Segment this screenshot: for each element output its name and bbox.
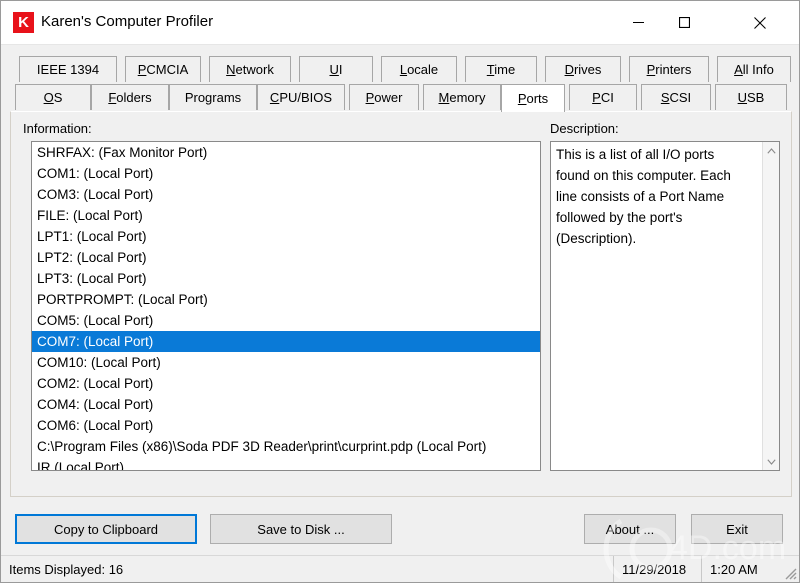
about-button[interactable]: About ...	[584, 514, 676, 544]
status-date: 11/29/2018	[613, 556, 686, 582]
list-item[interactable]: LPT2: (Local Port)	[32, 247, 540, 268]
tab-label: Printers	[646, 62, 692, 77]
tab-time[interactable]: Time	[465, 56, 537, 82]
description-box[interactable]: This is a list of all I/O ports found on…	[550, 141, 780, 471]
title-bar: K Karen's Computer Profiler	[1, 1, 799, 45]
list-item[interactable]: COM2: (Local Port)	[32, 373, 540, 394]
list-item[interactable]: COM7: (Local Port)	[32, 331, 540, 352]
tab-cpu-bios[interactable]: CPU/BIOS	[257, 84, 345, 110]
description-scrollbar[interactable]	[762, 142, 779, 470]
tab-label: CPU/BIOS	[269, 90, 333, 105]
list-item[interactable]: COM6: (Local Port)	[32, 415, 540, 436]
tab-label: All Info	[734, 62, 774, 77]
scroll-down-button[interactable]	[763, 453, 779, 470]
tab-label: SCSI	[660, 90, 692, 105]
tab-label: Drives	[564, 62, 602, 77]
tab-strip-row-1: IEEE 1394 PCMCIA Network UI Locale Time Drives…	[1, 56, 799, 84]
list-item[interactable]: FILE: (Local Port)	[32, 205, 540, 226]
tab-label: Memory	[438, 90, 486, 105]
save-to-disk-button[interactable]: Save to Disk ...	[210, 514, 392, 544]
tab-label: Network	[226, 62, 274, 77]
list-item[interactable]: COM3: (Local Port)	[32, 184, 540, 205]
exit-button[interactable]: Exit	[691, 514, 783, 544]
tab-label: OS	[43, 90, 63, 105]
tab-ieee-1394[interactable]: IEEE 1394	[19, 56, 117, 82]
tab-pcmcia[interactable]: PCMCIA	[125, 56, 201, 82]
tab-label: Programs	[184, 90, 242, 105]
tab-label: PCMCIA	[137, 62, 189, 77]
tab-ports[interactable]: Ports	[501, 84, 565, 112]
tab-label: USB	[737, 90, 765, 105]
copy-to-clipboard-button[interactable]: Copy to Clipboard	[15, 514, 197, 544]
list-item[interactable]: COM4: (Local Port)	[32, 394, 540, 415]
status-bar: Items Displayed: 16 11/29/2018 1:20 AM	[1, 555, 799, 582]
resize-grip-icon[interactable]	[781, 564, 797, 580]
tab-folders[interactable]: Folders	[91, 84, 169, 110]
maximize-button[interactable]	[661, 1, 707, 44]
tab-programs[interactable]: Programs	[169, 84, 257, 110]
tab-label: PCI	[592, 90, 614, 105]
chevron-down-icon	[767, 458, 776, 465]
tab-drives[interactable]: Drives	[545, 56, 621, 82]
tab-os[interactable]: OS	[15, 84, 91, 110]
list-item[interactable]: SHRFAX: (Fax Monitor Port)	[32, 142, 540, 163]
tab-strip-row-2: OS Folders Programs CPU/BIOS Power Memory Port…	[1, 84, 799, 112]
status-time: 1:20 AM	[701, 556, 758, 582]
list-item[interactable]: PORTPROMPT: (Local Port)	[32, 289, 540, 310]
description-label: Description:	[550, 121, 619, 136]
information-listbox[interactable]: SHRFAX: (Fax Monitor Port) COM1: (Local P…	[31, 141, 541, 471]
tab-memory[interactable]: Memory	[423, 84, 501, 110]
minimize-icon	[632, 22, 644, 23]
window-title: Karen's Computer Profiler	[41, 13, 214, 30]
minimize-button[interactable]	[615, 1, 661, 44]
maximize-icon	[678, 17, 690, 28]
chevron-up-icon	[767, 147, 776, 154]
scroll-up-button[interactable]	[763, 142, 779, 159]
tab-network[interactable]: Network	[209, 56, 291, 82]
tab-scsi[interactable]: SCSI	[641, 84, 711, 110]
tab-usb[interactable]: USB	[715, 84, 787, 110]
description-text: This is a list of all I/O ports found on…	[556, 147, 731, 246]
tab-all-info[interactable]: All Info	[717, 56, 791, 82]
list-item[interactable]: IR (Local Port)	[32, 457, 540, 470]
tab-printers[interactable]: Printers	[629, 56, 709, 82]
list-item[interactable]: COM5: (Local Port)	[32, 310, 540, 331]
tab-label: Power	[365, 90, 403, 105]
tab-ui[interactable]: UI	[299, 56, 373, 82]
list-item[interactable]: COM10: (Local Port)	[32, 352, 540, 373]
app-window: K Karen's Computer Profiler IEEE 1394 PCM…	[0, 0, 800, 583]
information-label: Information:	[23, 121, 92, 136]
tab-label: UI	[329, 62, 343, 77]
tab-label: Time	[486, 62, 516, 77]
list-item[interactable]: LPT1: (Local Port)	[32, 226, 540, 247]
list-item[interactable]: LPT3: (Local Port)	[32, 268, 540, 289]
app-logo-icon: K	[13, 12, 34, 33]
list-item[interactable]: COM1: (Local Port)	[32, 163, 540, 184]
tab-pci[interactable]: PCI	[569, 84, 637, 110]
tab-label: Locale	[399, 62, 439, 77]
close-button[interactable]	[737, 1, 783, 44]
close-icon	[754, 16, 766, 29]
tab-power[interactable]: Power	[349, 84, 419, 110]
tab-locale[interactable]: Locale	[381, 56, 457, 82]
list-item[interactable]: C:\Program Files (x86)\Soda PDF 3D Reade…	[32, 436, 540, 457]
tab-label: Folders	[108, 90, 152, 105]
tab-label: Ports	[517, 91, 549, 106]
tab-label: IEEE 1394	[36, 62, 100, 77]
status-items-displayed: Items Displayed: 16	[9, 561, 124, 577]
